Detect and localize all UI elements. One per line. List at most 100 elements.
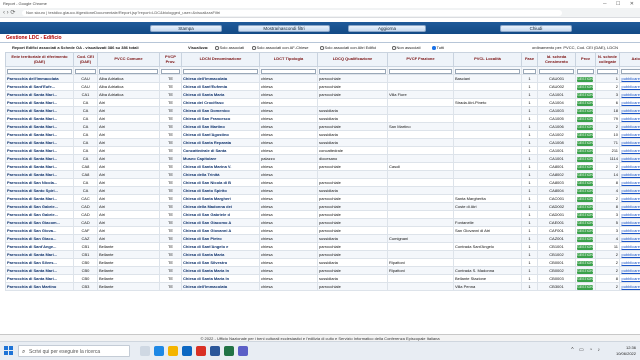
gestione-button[interactable]: GESTION <box>577 181 593 186</box>
filter-input-cell[interactable] <box>317 66 388 75</box>
col-header-id-scheda[interactable]: Id. scheda Censimento <box>537 52 576 67</box>
cell-prov-action[interactable]: GESTION <box>575 250 596 259</box>
cell-prov-action[interactable]: GESTION <box>575 266 596 275</box>
radio-tutti[interactable]: Tutti <box>432 45 444 50</box>
gestione-button[interactable]: GESTION <box>577 197 593 202</box>
cell-prov-action[interactable]: GESTION <box>575 146 596 155</box>
cell-azioni[interactable]: pubblicare edificio <box>619 98 640 107</box>
cell-azioni[interactable]: pubblicare edificio <box>619 234 640 243</box>
table-row[interactable]: Parrocchia di Santa Mari... CA8 Atri TE Chie… <box>5 170 640 179</box>
table-row[interactable]: Parrocchia di Santo Spiri... CA Atri TE Chie… <box>5 186 640 195</box>
cell-prov-action[interactable]: GESTION <box>575 98 596 107</box>
cell-azioni[interactable]: pubblicare edificio <box>619 74 640 83</box>
filter-input-cell[interactable] <box>619 66 640 75</box>
filter-input-cell[interactable] <box>97 66 160 75</box>
cell-azioni[interactable]: pubblicare edificio <box>619 194 640 203</box>
cell-azioni[interactable]: pubblicare edificio <box>619 130 640 139</box>
cell-prov-action[interactable]: GESTION <box>575 82 596 91</box>
filter-input-cell[interactable] <box>453 66 522 75</box>
cell-azioni[interactable]: pubblicare edificio <box>619 202 640 211</box>
chrome-icon[interactable] <box>196 346 206 356</box>
gestione-button[interactable]: GESTION <box>577 245 593 250</box>
cell-prov-action[interactable]: GESTION <box>575 138 596 147</box>
gestione-button[interactable]: GESTION <box>577 277 593 282</box>
cell-prov-action[interactable]: GESTION <box>575 114 596 123</box>
col-header-frazione[interactable]: PVCF Frazione <box>387 52 454 67</box>
col-header-fase[interactable]: Fase <box>521 52 538 67</box>
col-header-tipologia[interactable]: LDCT Tipologia <box>259 52 318 67</box>
cell-azioni[interactable]: pubblicare edificio <box>619 162 640 171</box>
gestione-button[interactable]: GESTION <box>577 133 593 138</box>
cell-azioni[interactable]: pubblicare edificio <box>619 122 640 131</box>
gestione-button[interactable]: GESTION <box>577 125 593 130</box>
cell-prov-action[interactable]: GESTION <box>575 74 596 83</box>
print-button[interactable]: Stampa <box>150 25 222 32</box>
col-header-cod-cei[interactable]: Cod. CEI (DAE) <box>73 52 98 67</box>
table-row[interactable]: Parrocchia di Santa Mari... CA Atri TE Chies… <box>5 138 640 147</box>
table-row[interactable]: Parrocchia di Santa Mari... CA Atri TE Museo… <box>5 154 640 163</box>
cell-prov-action[interactable]: GESTION <box>575 242 596 251</box>
cell-azioni[interactable]: pubblicare edificio <box>619 250 640 259</box>
col-header-denominazione[interactable]: LDCN Denominazione <box>181 52 260 67</box>
file-explorer-icon[interactable] <box>168 346 178 356</box>
window-controls[interactable]: ─ ☐ ✕ <box>603 0 638 8</box>
radio-solo-associati[interactable]: Solo associati <box>215 45 244 50</box>
gestione-button[interactable]: GESTION <box>577 117 593 122</box>
gestione-button[interactable]: GESTION <box>577 237 593 242</box>
gestione-button[interactable]: GESTION <box>577 165 593 170</box>
col-header-azioni[interactable]: Azioni <box>619 52 640 67</box>
cell-prov-action[interactable]: GESTION <box>575 226 596 235</box>
cell-prov-action[interactable]: GESTION <box>575 282 596 291</box>
gestione-button[interactable]: GESTION <box>577 157 593 162</box>
table-row[interactable]: Parrocchia di Santa Mari... CB0 Bellante TE… <box>5 266 640 275</box>
cell-azioni[interactable]: pubblicare edificio <box>619 258 640 267</box>
table-row[interactable]: Parrocchia di San Silves... CB0 Bellante TE… <box>5 258 640 267</box>
gestione-button[interactable]: GESTION <box>577 221 593 226</box>
cell-prov-action[interactable]: GESTION <box>575 178 596 187</box>
table-row[interactable]: Parrocchia di Santa Mari... CA Atri TE Chies… <box>5 114 640 123</box>
table-row[interactable]: Parrocchia di Sant'Eufe... CAU Alba Adriat… <box>5 82 640 91</box>
teams-icon[interactable] <box>238 346 248 356</box>
table-row[interactable]: Parrocchia di Santa Mari... CA Atri TE Chies… <box>5 98 640 107</box>
filter-input-cell[interactable] <box>387 66 454 75</box>
cell-azioni[interactable]: pubblicare edificio <box>619 154 640 163</box>
col-header-ente[interactable]: Ente territoriale di riferimento (DAE) <box>5 52 74 67</box>
table-row[interactable]: Parrocchia di Santa Mari... CB1 Bellante TE… <box>5 250 640 259</box>
excel-icon[interactable] <box>224 346 234 356</box>
cell-azioni[interactable]: pubblicare edificio <box>619 146 640 155</box>
cell-azioni[interactable]: pubblicare edificio <box>619 218 640 227</box>
cell-prov-action[interactable]: GESTION <box>575 218 596 227</box>
url-field[interactable]: Non sicuro | testdicc.glauco.it/gestione… <box>22 10 562 16</box>
cell-prov-action[interactable]: GESTION <box>575 170 596 179</box>
filter-input-cell[interactable] <box>159 66 182 75</box>
filter-input-cell[interactable] <box>575 66 596 75</box>
cell-azioni[interactable]: pubblicare edificio <box>619 226 640 235</box>
cell-prov-action[interactable]: GESTION <box>575 154 596 163</box>
filter-input-cell[interactable] <box>5 66 74 75</box>
radio-associati-altri-edifici[interactable]: Solo associati con Altri Edifici <box>320 45 376 50</box>
gestione-button[interactable]: GESTION <box>577 189 593 194</box>
cell-prov-action[interactable]: GESTION <box>575 90 596 99</box>
gestione-button[interactable]: GESTION <box>577 85 593 90</box>
cell-prov-action[interactable]: GESTION <box>575 274 596 283</box>
table-row[interactable]: Parrocchia dell'Immacolata CAU Alba Adriat… <box>5 74 640 83</box>
filter-input-cell[interactable] <box>537 66 576 75</box>
gestione-button[interactable]: GESTION <box>577 261 593 266</box>
table-row[interactable]: Parrocchia di San Gabrie... CAD Atri TE Chie… <box>5 202 640 211</box>
col-header-localita[interactable]: PVCL Località <box>453 52 522 67</box>
gestione-button[interactable]: GESTION <box>577 149 593 154</box>
cell-azioni[interactable]: pubblicare edificio <box>619 82 640 91</box>
filter-input-cell[interactable] <box>73 66 98 75</box>
filter-input-cell[interactable] <box>259 66 318 75</box>
system-tray-icons[interactable]: ^ ▭ ◔ ♪ <box>571 347 602 353</box>
cell-azioni[interactable]: pubblicare edificio <box>619 210 640 219</box>
cell-azioni[interactable]: pubblicare edificio <box>619 106 640 115</box>
gestione-button[interactable]: GESTION <box>577 93 593 98</box>
gestione-button[interactable]: GESTION <box>577 173 593 178</box>
col-header-n-schede[interactable]: N. schede collegate <box>595 52 620 67</box>
cell-azioni[interactable]: pubblicare edificio <box>619 114 640 123</box>
cell-prov-action[interactable]: GESTION <box>575 234 596 243</box>
gestione-button[interactable]: GESTION <box>577 213 593 218</box>
filter-input-cell[interactable] <box>595 66 620 75</box>
cell-prov-action[interactable]: GESTION <box>575 194 596 203</box>
